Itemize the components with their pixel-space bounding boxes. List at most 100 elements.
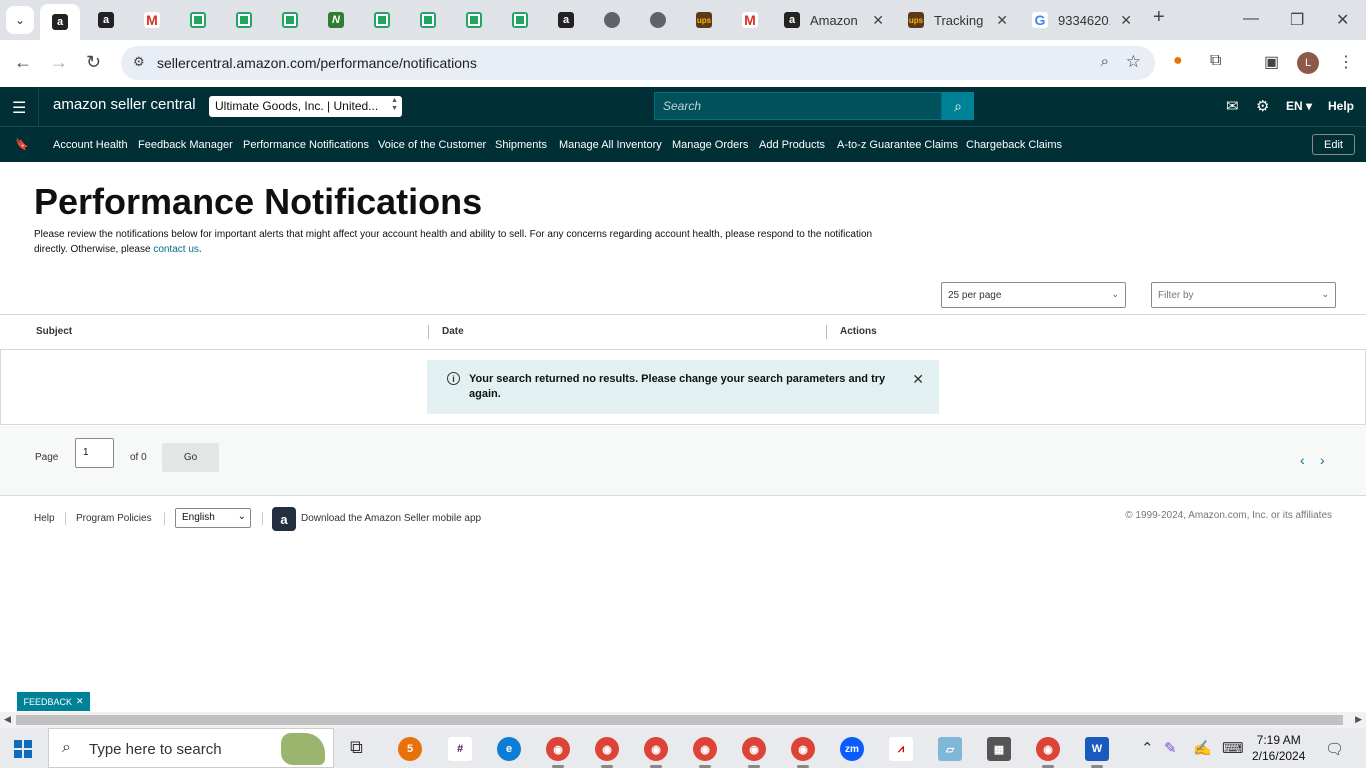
nav-manage-inventory[interactable]: Manage All Inventory (559, 139, 662, 151)
column-actions[interactable]: Actions (840, 326, 877, 337)
taskbar-search-box[interactable]: ⌕ Type here to search (48, 728, 334, 768)
program-policies-link[interactable]: Program Policies (76, 513, 152, 524)
mail-icon[interactable]: ✉ (1226, 97, 1239, 115)
close-tab-icon[interactable]: ✕ (996, 12, 1008, 29)
browser-menu-icon[interactable]: ⋮ (1338, 52, 1354, 72)
chevron-left-icon[interactable]: ‹ (1300, 452, 1305, 468)
tab-sheets[interactable] (186, 0, 210, 40)
per-page-select[interactable]: 25 per page ⌄ (941, 282, 1126, 308)
tab-sheets[interactable] (462, 0, 486, 40)
nav-feedback-manager[interactable]: Feedback Manager (138, 139, 233, 151)
word-app-icon[interactable]: W (1085, 737, 1109, 761)
tab-sheets[interactable] (508, 0, 532, 40)
tab-gmail[interactable]: M (140, 0, 164, 40)
nav-manage-orders[interactable]: Manage Orders (672, 139, 748, 151)
tab-search-chevron-icon[interactable]: ⌄ (6, 6, 34, 34)
seller-central-logo[interactable]: amazon seller central (53, 96, 196, 113)
chrome-profile-1-icon[interactable]: ◉ (546, 737, 570, 761)
reload-icon[interactable]: ↻ (86, 52, 101, 73)
column-subject[interactable]: Subject (36, 326, 72, 337)
tab-globe[interactable] (600, 0, 624, 40)
amazon-seller-app-icon[interactable]: a (272, 507, 296, 531)
scroll-left-icon[interactable]: ◀ (4, 714, 11, 725)
nav-performance-notifications[interactable]: Performance Notifications (243, 139, 369, 151)
chrome-profile-4-icon[interactable]: ◉ (693, 737, 717, 761)
extension-fire-icon[interactable]: ● (1173, 52, 1183, 70)
tab-tracking[interactable]: ups Tracking | ✕ (898, 0, 1018, 40)
scrollbar-thumb[interactable] (16, 715, 1343, 725)
taskbar-clock[interactable]: 7:19 AM 2/16/2024 (1252, 732, 1305, 764)
search-button[interactable]: ⌕ (942, 92, 974, 120)
contact-us-link[interactable]: contact us (153, 244, 199, 255)
column-date[interactable]: Date (442, 326, 464, 337)
close-window-icon[interactable]: ✕ (1336, 10, 1349, 30)
chrome-profile-5-icon[interactable]: ◉ (742, 737, 766, 761)
nav-add-products[interactable]: Add Products (759, 139, 825, 151)
minimize-icon[interactable]: — (1243, 10, 1259, 28)
windows-start-icon[interactable] (14, 740, 32, 758)
nav-account-health[interactable]: Account Health (53, 139, 128, 151)
close-icon[interactable]: ✕ (912, 371, 924, 388)
notes-app-icon[interactable]: ▱ (938, 737, 962, 761)
close-tab-icon[interactable]: ✕ (872, 12, 884, 29)
feedback-button[interactable]: FEEDBACK ✕ (17, 692, 90, 711)
chrome-profile-6-icon[interactable]: ◉ (791, 737, 815, 761)
tab-google[interactable]: G 93346201 ✕ (1022, 0, 1142, 40)
page-number-input[interactable]: 1 (75, 438, 114, 468)
extensions-puzzle-icon[interactable]: ⧉ (1210, 52, 1221, 70)
side-panel-icon[interactable]: ▣ (1264, 52, 1279, 72)
scroll-right-icon[interactable]: ▶ (1355, 714, 1362, 725)
tab-sheets[interactable] (370, 0, 394, 40)
tab-sheets[interactable] (416, 0, 440, 40)
telegram-app-icon[interactable]: 5 (398, 737, 422, 761)
tab-amazon-active[interactable]: a (40, 4, 80, 40)
omnibox[interactable]: ⚙ sellercentral.amazon.com/performance/n… (121, 46, 1155, 80)
tab-globe[interactable] (646, 0, 670, 40)
nav-chargeback-claims[interactable]: Chargeback Claims (966, 139, 1062, 151)
pen-workspace-icon[interactable]: ✍ (1193, 739, 1212, 757)
profile-avatar[interactable]: L (1297, 52, 1319, 74)
bookmark-icon[interactable]: 🔖 (15, 138, 29, 151)
slack-app-icon[interactable]: # (448, 737, 472, 761)
back-icon[interactable]: ← (14, 52, 32, 73)
zoom-icon[interactable]: ⌕ (1101, 53, 1109, 70)
horizontal-scrollbar[interactable]: ◀ ▶ (0, 712, 1366, 728)
gear-icon[interactable]: ⚙ (1256, 97, 1269, 115)
tab-amazon[interactable]: a (554, 0, 578, 40)
zoom-app-icon[interactable]: zm (840, 737, 864, 761)
forward-icon[interactable]: → (50, 52, 68, 73)
new-tab-icon[interactable]: + (1153, 6, 1165, 29)
nav-atoz-claims[interactable]: A-to-z Guarantee Claims (837, 139, 958, 151)
chrome-profile-7-icon[interactable]: ◉ (1036, 737, 1060, 761)
tab-amazon[interactable]: a (94, 0, 118, 40)
close-tab-icon[interactable]: ✕ (1120, 12, 1132, 29)
task-view-icon[interactable]: ⧉ (350, 737, 363, 758)
calculator-app-icon[interactable]: ▦ (987, 737, 1011, 761)
language-selector[interactable]: EN ▾ (1286, 99, 1312, 113)
account-selector[interactable]: Ultimate Goods, Inc. | United... ▲ ▼ (209, 96, 402, 117)
chrome-profile-3-icon[interactable]: ◉ (644, 737, 668, 761)
edit-nav-button[interactable]: Edit (1312, 134, 1355, 155)
footer-language-select[interactable]: English ⌄ (175, 508, 251, 528)
tab-gmail[interactable]: M (738, 0, 762, 40)
show-hidden-icons-chevron-icon[interactable]: ⌃ (1141, 739, 1154, 757)
nav-voice-of-customer[interactable]: Voice of the Customer (378, 139, 486, 151)
filter-select[interactable]: Filter by ⌄ (1151, 282, 1336, 308)
tab-green-app[interactable]: N (324, 0, 348, 40)
chevron-right-icon[interactable]: › (1320, 452, 1325, 468)
bookmark-star-icon[interactable]: ☆ (1126, 52, 1141, 72)
tab-ups[interactable]: ups (692, 0, 716, 40)
hamburger-menu-icon[interactable]: ☰ (12, 98, 26, 118)
download-app-link[interactable]: Download the Amazon Seller mobile app (301, 513, 481, 524)
chart-app-icon[interactable]: ⩘ (889, 737, 913, 761)
close-icon[interactable]: ✕ (76, 696, 84, 707)
go-button[interactable]: Go (162, 443, 219, 472)
tab-sheets[interactable] (278, 0, 302, 40)
keyboard-icon[interactable]: ⌨ (1222, 739, 1244, 757)
url-text[interactable]: sellercentral.amazon.com/performance/not… (157, 55, 477, 71)
restore-icon[interactable]: ❐ (1290, 10, 1304, 30)
site-info-icon[interactable]: ⚙ (133, 54, 145, 70)
tab-sheets[interactable] (232, 0, 256, 40)
footer-help-link[interactable]: Help (34, 513, 55, 524)
notifications-icon[interactable]: 🗨 (1325, 740, 1344, 758)
